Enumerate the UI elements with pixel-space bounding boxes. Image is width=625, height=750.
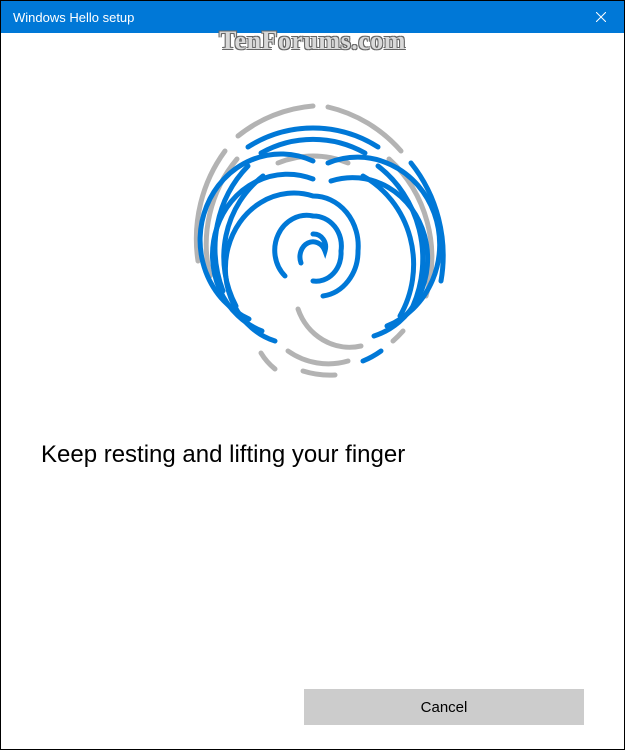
window-title: Windows Hello setup — [13, 10, 134, 25]
fingerprint-container — [41, 33, 584, 433]
footer: Cancel — [304, 689, 584, 725]
watermark-text: TenForums.com — [219, 26, 406, 56]
content-area: Keep resting and lifting your finger Can… — [1, 33, 624, 749]
cancel-button[interactable]: Cancel — [304, 689, 584, 725]
close-icon — [596, 12, 606, 22]
fingerprint-icon — [153, 51, 473, 431]
close-button[interactable] — [578, 1, 624, 33]
instruction-text: Keep resting and lifting your finger — [41, 441, 584, 469]
